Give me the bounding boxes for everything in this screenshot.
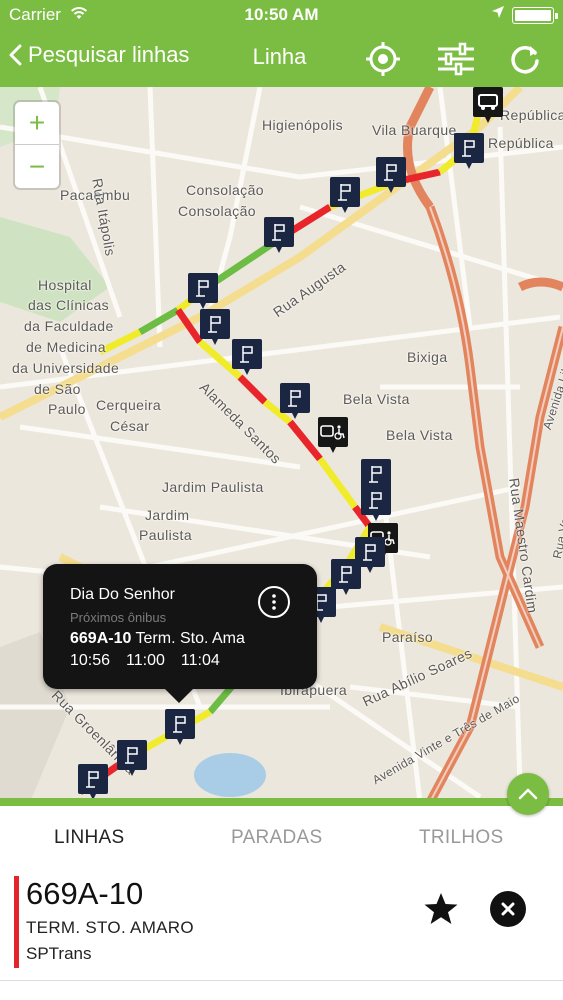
- route-code: 669A-10: [26, 876, 144, 911]
- map-label: Jardim Paulista: [162, 479, 264, 495]
- bus-stop-icon: [369, 466, 382, 483]
- map-label: Bela Vista: [343, 391, 410, 407]
- nav-bar: Pesquisar linhas Linha: [0, 30, 563, 87]
- bus-stop-icon: [208, 316, 221, 333]
- bus-stop-icon: [173, 716, 186, 733]
- route-item[interactable]: 669A-10 TERM. STO. AMARO SPTrans: [0, 870, 563, 980]
- chevron-up-icon: [518, 788, 538, 800]
- more-options-icon[interactable]: [258, 586, 290, 618]
- bus-stop-icon: [338, 184, 351, 201]
- map-label: Paraíso: [382, 629, 434, 645]
- map-label: Consolação: [178, 203, 256, 219]
- map-label: de Medicina: [26, 339, 106, 355]
- bus-stop-marker[interactable]: [361, 485, 391, 521]
- stop-info-popup[interactable]: Dia Do Senhor Próximos ônibus 669A-10 Te…: [43, 564, 317, 703]
- location-arrow-icon: [491, 4, 505, 24]
- bus-stop-icon: [288, 390, 301, 407]
- route-color-bar: [14, 876, 19, 968]
- status-bar: Carrier 10:50 AM: [0, 0, 563, 30]
- tab-trilhos[interactable]: TRILHOS: [419, 827, 503, 849]
- bus-stop-icon: [369, 492, 382, 509]
- map-label: Cerqueira: [96, 397, 162, 413]
- arrival-time: 11:04: [180, 652, 220, 669]
- popup-subtitle: Próximos ônibus: [70, 610, 167, 625]
- bus-stop-icon: [86, 771, 99, 788]
- bus-stop-marker[interactable]: [78, 764, 108, 800]
- panel-separator: [0, 798, 563, 806]
- bus-stop-marker[interactable]: [376, 157, 406, 193]
- top-bar: Carrier 10:50 AM Pesquisar linhas Linha: [0, 0, 563, 87]
- bus-stop-marker[interactable]: [188, 273, 218, 309]
- map-label: República: [488, 135, 554, 151]
- bus-stop-icon: [339, 566, 352, 583]
- arrival-time: 11:00: [126, 652, 165, 669]
- arrival-time: 10:56: [70, 652, 111, 669]
- bottom-divider: [0, 980, 563, 981]
- battery-icon: [512, 7, 558, 24]
- bus-stop-marker[interactable]: [200, 309, 230, 345]
- bus-stop-icon: [462, 140, 475, 157]
- status-time: 10:50 AM: [244, 5, 319, 24]
- page-title: Linha: [252, 44, 307, 69]
- favorite-star-icon[interactable]: [423, 892, 459, 931]
- zoom-control: + −: [15, 102, 59, 188]
- remove-route-button[interactable]: [490, 891, 526, 927]
- close-icon: [501, 902, 515, 916]
- bus-stop-marker[interactable]: [165, 709, 195, 745]
- bus-stop-icon: [196, 280, 209, 297]
- filter-sliders-icon[interactable]: [436, 39, 476, 79]
- popup-times: 10:56 11:00 11:04: [70, 652, 220, 670]
- bus-stop-marker[interactable]: [264, 217, 294, 253]
- map-label: das Clínicas: [28, 297, 110, 313]
- map-label: Hospital: [38, 277, 92, 293]
- bus-stop-marker[interactable]: [331, 559, 361, 595]
- map-label: Bela Vista: [386, 427, 453, 443]
- bus-stop-icon: [478, 94, 498, 110]
- bus-stop-icon: [240, 346, 253, 363]
- map-label: Paulista: [139, 527, 193, 543]
- map-label: César: [110, 418, 150, 434]
- accessible-stop-marker[interactable]: [318, 417, 348, 453]
- popup-line-code: 669A-10: [70, 630, 132, 647]
- bus-stop-marker[interactable]: [232, 339, 262, 375]
- map-label: Jardim: [145, 507, 190, 523]
- map-label: Vila Buarque: [372, 122, 457, 138]
- map-label: Higienópolis: [262, 117, 344, 133]
- zoom-in-button[interactable]: +: [15, 102, 59, 145]
- map-label: Bixiga: [407, 349, 448, 365]
- zoom-out-button[interactable]: −: [15, 145, 59, 188]
- refresh-icon[interactable]: [505, 39, 545, 79]
- route-destination: TERM. STO. AMARO: [26, 918, 194, 937]
- map-label: de São: [34, 381, 81, 397]
- tab-bar: LINHAS PARADAS TRILHOS: [0, 806, 563, 870]
- bus-terminal-marker[interactable]: [473, 87, 503, 123]
- accessible-bus-icon: [320, 425, 345, 440]
- location-target-icon[interactable]: [363, 39, 403, 79]
- map-label: da Faculdade: [24, 318, 114, 334]
- tab-linhas[interactable]: LINHAS: [54, 827, 124, 849]
- map-label: República: [500, 107, 563, 123]
- map-label: Consolação: [186, 182, 264, 198]
- bus-stop-marker[interactable]: [117, 740, 147, 776]
- map-view[interactable]: Higienópolis Vila Buarque República Repú…: [0, 87, 563, 802]
- popup-line-dest: Term. Sto. Ama: [135, 630, 245, 647]
- bus-stop-icon: [363, 544, 376, 561]
- bus-stop-icon: [125, 747, 138, 764]
- bus-stop-icon: [384, 164, 397, 181]
- popup-line: 669A-10 Term. Sto. Ama: [70, 630, 245, 648]
- tab-paradas[interactable]: PARADAS: [231, 827, 323, 849]
- expand-panel-button[interactable]: [507, 773, 549, 815]
- bus-stop-marker[interactable]: [330, 177, 360, 213]
- bus-stop-icon: [272, 224, 285, 241]
- bottom-panel: LINHAS PARADAS TRILHOS 669A-10 TERM. STO…: [0, 806, 563, 1000]
- map-label: Paulo: [48, 401, 86, 417]
- bus-stop-marker[interactable]: [454, 133, 484, 169]
- route-operator: SPTrans: [26, 944, 92, 963]
- map-label: da Universidade: [12, 360, 120, 376]
- bus-stop-marker[interactable]: [280, 383, 310, 419]
- popup-stop-name: Dia Do Senhor: [70, 586, 175, 603]
